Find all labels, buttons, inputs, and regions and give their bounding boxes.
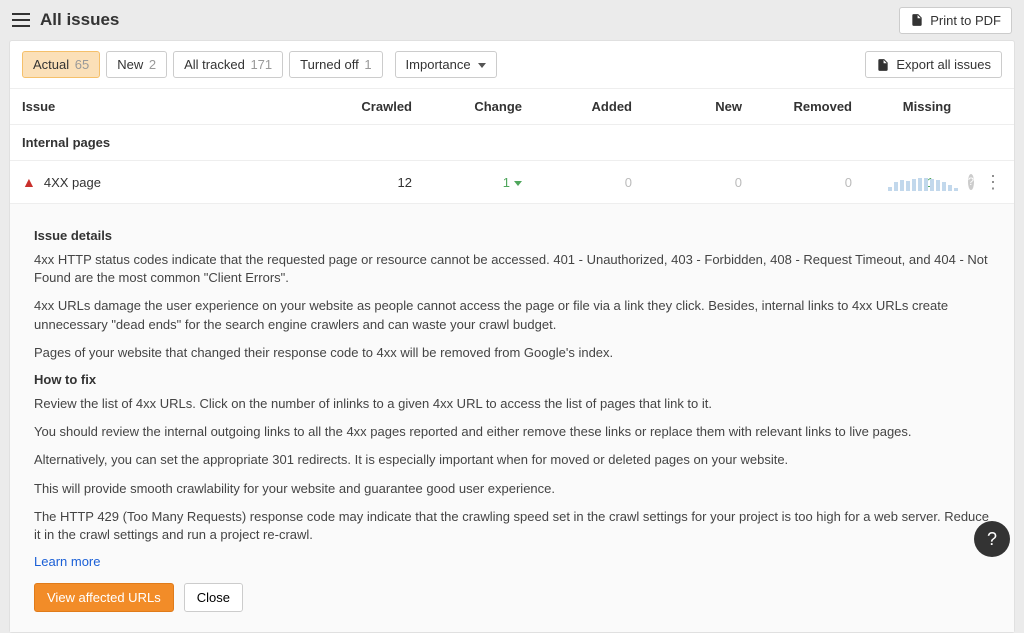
howto-p1: Review the list of 4xx URLs. Click on th… — [34, 395, 990, 413]
howto-p3: Alternatively, you can set the appropria… — [34, 451, 990, 469]
warning-icon: ▲ — [22, 174, 36, 190]
section-internal-pages: Internal pages — [10, 125, 1014, 161]
howto-p2: You should review the internal outgoing … — [34, 423, 990, 441]
cell-change: 1 — [412, 175, 522, 190]
print-pdf-button[interactable]: Print to PDF — [899, 7, 1012, 34]
howto-p5: The HTTP 429 (Too Many Requests) respons… — [34, 508, 990, 544]
tab-turned-off[interactable]: Turned off 1 — [289, 51, 382, 78]
details-p3: Pages of your website that changed their… — [34, 344, 990, 362]
details-p1: 4xx HTTP status codes indicate that the … — [34, 251, 990, 287]
page-title: All issues — [40, 10, 119, 30]
importance-dropdown[interactable]: Importance — [395, 51, 498, 78]
howto-title: How to fix — [34, 372, 990, 387]
details-p2: 4xx URLs damage the user experience on y… — [34, 297, 990, 333]
cell-new: 0 — [632, 175, 742, 190]
col-added: Added — [522, 99, 632, 114]
hamburger-icon[interactable] — [12, 13, 30, 27]
help-fab[interactable]: ? — [974, 521, 1010, 557]
chevron-down-icon — [478, 63, 486, 68]
cell-added: 0 — [522, 175, 632, 190]
cell-removed: 0 — [742, 175, 852, 190]
issue-name: 4XX page — [44, 175, 101, 190]
export-icon — [876, 58, 890, 72]
view-affected-urls-button[interactable]: View affected URLs — [34, 583, 174, 612]
sparkline-chart — [888, 173, 958, 191]
tab-new[interactable]: New 2 — [106, 51, 167, 78]
close-button[interactable]: Close — [184, 583, 243, 612]
tab-all-tracked[interactable]: All tracked 171 — [173, 51, 283, 78]
table-header: Issue Crawled Change Added New Removed M… — [10, 89, 1014, 125]
col-missing: Missing — [852, 99, 1002, 114]
trend-down-icon — [514, 181, 522, 186]
col-change: Change — [412, 99, 522, 114]
issue-details-panel: Issue details 4xx HTTP status codes indi… — [10, 204, 1014, 632]
tab-actual[interactable]: Actual 65 — [22, 51, 100, 78]
col-issue: Issue — [22, 99, 302, 114]
export-all-issues-button[interactable]: Export all issues — [865, 51, 1002, 78]
more-actions-icon[interactable]: ⋮ — [984, 173, 1002, 191]
col-removed: Removed — [742, 99, 852, 114]
issue-details-title: Issue details — [34, 228, 990, 243]
col-new: New — [632, 99, 742, 114]
help-icon[interactable]: ? — [968, 174, 974, 190]
col-crawled: Crawled — [302, 99, 412, 114]
howto-p4: This will provide smooth crawlability fo… — [34, 480, 990, 498]
learn-more-link[interactable]: Learn more — [34, 554, 100, 569]
cell-crawled: 12 — [302, 175, 412, 190]
table-row[interactable]: ▲ 4XX page 12 1 0 0 0 1 ? ⋮ — [10, 161, 1014, 204]
file-icon — [910, 13, 924, 27]
export-label: Export all issues — [896, 57, 991, 72]
print-pdf-label: Print to PDF — [930, 13, 1001, 28]
